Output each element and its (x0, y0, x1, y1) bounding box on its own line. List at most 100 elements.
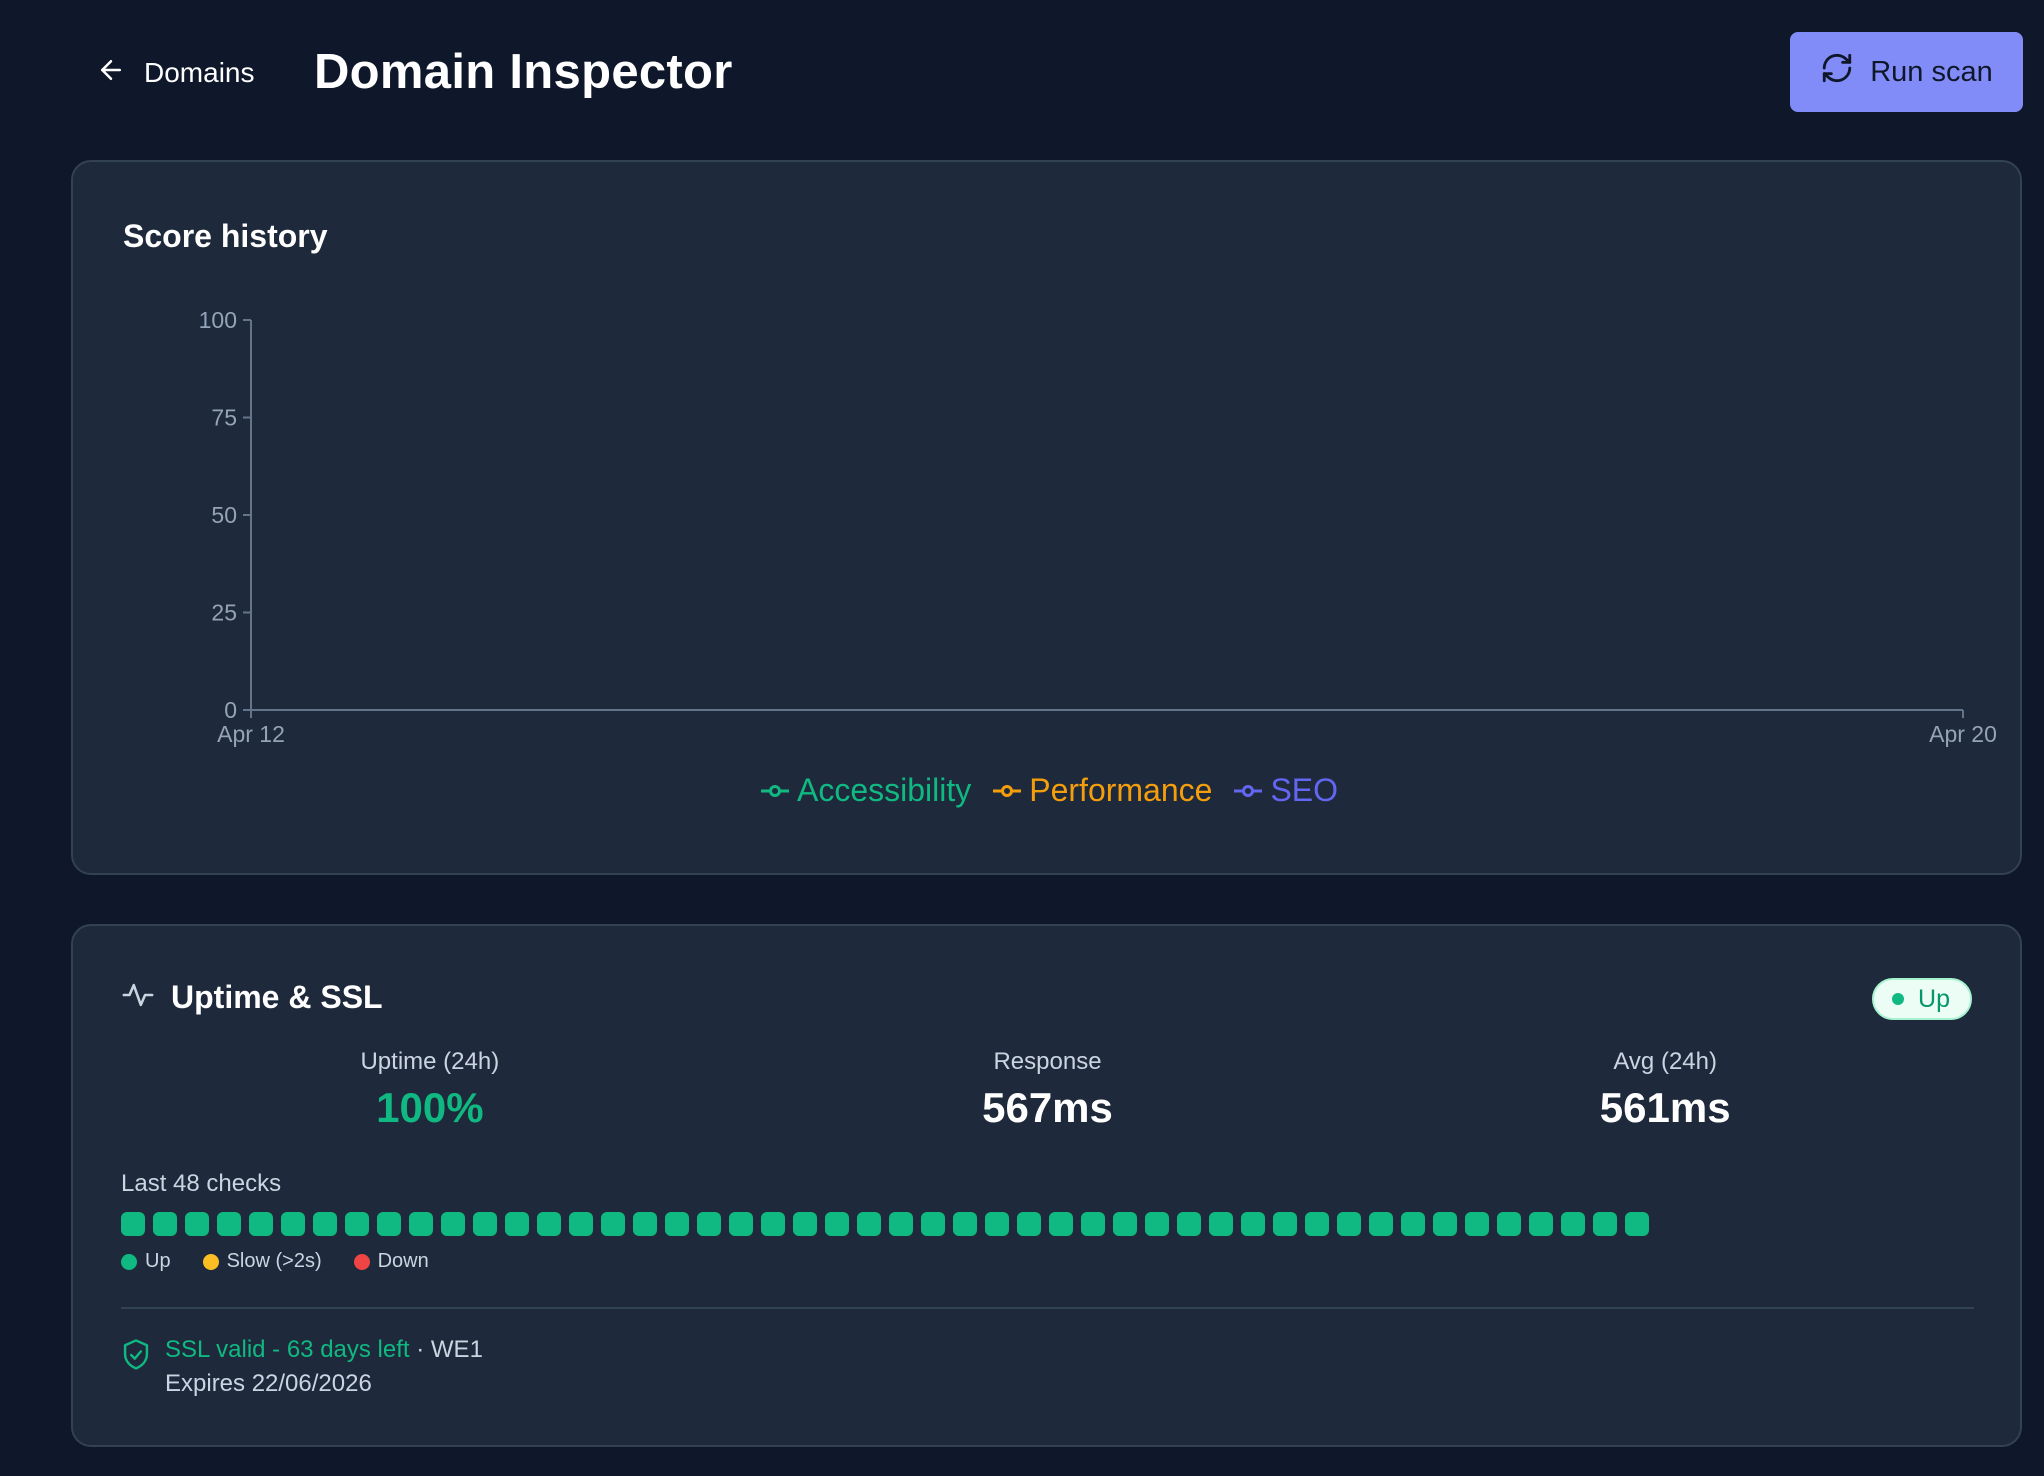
ssl-text: SSL valid - 63 days left · WE1 Expires 2… (165, 1336, 483, 1398)
check-cell (1529, 1212, 1553, 1236)
check-cell (473, 1212, 497, 1236)
x-tick-label: Apr 20 (1929, 721, 1997, 747)
run-scan-label: Run scan (1870, 55, 1993, 88)
check-cell (121, 1212, 145, 1236)
run-scan-button[interactable]: Run scan (1790, 32, 2023, 112)
back-to-domains-link[interactable]: Domains (96, 50, 254, 96)
check-cell (1337, 1212, 1361, 1236)
stat-uptime: Uptime (24h) 100% (121, 1048, 739, 1132)
stat-value: 567ms (982, 1084, 1113, 1131)
back-link-label: Domains (144, 57, 255, 88)
check-cell (1209, 1212, 1233, 1236)
page-header: Domains Domain Inspector Run scan (0, 0, 2044, 150)
check-cell (505, 1212, 529, 1236)
legend-line-icon (760, 784, 789, 797)
activity-icon (121, 978, 155, 1017)
key-dot (121, 1253, 137, 1270)
check-cell (409, 1212, 433, 1236)
uptime-header: Uptime & SSL (121, 978, 383, 1017)
check-cell (729, 1212, 753, 1236)
key-label: Up (145, 1250, 171, 1272)
check-cell (793, 1212, 817, 1236)
refresh-icon (1820, 51, 1854, 93)
check-cell (441, 1212, 465, 1236)
ssl-info: SSL valid - 63 days left · WE1 Expires 2… (121, 1336, 483, 1398)
page-title: Domain Inspector (314, 45, 733, 99)
check-cell (217, 1212, 241, 1236)
check-cell (1177, 1212, 1201, 1236)
check-cell (633, 1212, 657, 1236)
y-tick-label: 75 (211, 405, 237, 431)
stat-value: 561ms (1599, 1084, 1731, 1131)
check-cell (857, 1212, 881, 1236)
check-cell (889, 1212, 913, 1236)
key-label: Down (377, 1250, 429, 1272)
check-cell (1561, 1212, 1585, 1236)
check-cell (1497, 1212, 1521, 1236)
legend-line-icon (993, 784, 1022, 797)
check-cell (1465, 1212, 1489, 1236)
check-cell (249, 1212, 273, 1236)
y-tick-label: 0 (224, 697, 237, 723)
uptime-ssl-title: Uptime & SSL (171, 979, 383, 1015)
check-cell (185, 1212, 209, 1236)
checks-key: Up Slow (>2s) Down (121, 1250, 429, 1273)
legend-label: SEO (1270, 772, 1339, 808)
ssl-status-line: SSL valid - 63 days left · WE1 (165, 1336, 483, 1364)
check-cell (313, 1212, 337, 1236)
score-history-chart: 0 25 50 75 100 Apr 12 Apr 20 (199, 307, 1997, 747)
check-cell (1049, 1212, 1073, 1236)
checks-label: Last 48 checks (121, 1170, 282, 1197)
check-cell (761, 1212, 785, 1236)
check-cell (345, 1212, 369, 1236)
check-cell (665, 1212, 689, 1236)
shield-check-icon (121, 1336, 151, 1398)
check-cell (1081, 1212, 1105, 1236)
check-cell (1273, 1212, 1297, 1236)
uptime-stats: Uptime (24h) 100% Response 567ms Avg (24… (121, 1048, 1974, 1132)
check-cell (377, 1212, 401, 1236)
key-dot (353, 1253, 370, 1270)
check-cell (1369, 1212, 1393, 1236)
stat-value: 100% (376, 1084, 484, 1131)
stat-label: Avg (24h) (1613, 1048, 1717, 1075)
legend-item: Performance (991, 772, 1212, 809)
status-badge: Up (1872, 978, 1972, 1020)
legend-line-icon (1234, 784, 1263, 797)
check-cell (697, 1212, 721, 1236)
key-slow: Slow (>2s) (202, 1250, 322, 1273)
legend-label: Accessibility (796, 772, 972, 808)
check-cell (153, 1212, 177, 1236)
check-cell (1625, 1212, 1649, 1236)
key-dot (202, 1253, 219, 1270)
check-cell (1401, 1212, 1425, 1236)
check-cell (921, 1212, 945, 1236)
legend-item: SEO (1232, 772, 1338, 809)
y-tick-label: 100 (199, 307, 237, 333)
x-tick-label: Apr 12 (217, 721, 285, 747)
key-down: Down (353, 1250, 429, 1273)
key-up: Up (121, 1250, 171, 1273)
chart-legend: Accessibility Performance SEO (73, 772, 2024, 809)
check-cell (825, 1212, 849, 1236)
check-cell (537, 1212, 561, 1236)
check-cell (1145, 1212, 1169, 1236)
check-cell (1241, 1212, 1265, 1236)
check-cell (281, 1212, 305, 1236)
check-cell (569, 1212, 593, 1236)
ssl-status: SSL valid - 63 days left (165, 1336, 410, 1363)
y-tick-label: 50 (211, 502, 237, 528)
check-cell (1593, 1212, 1617, 1236)
check-cell (953, 1212, 977, 1236)
check-cell (601, 1212, 625, 1236)
ssl-issuer: · WE1 (409, 1336, 483, 1363)
uptime-ssl-card: Uptime & SSL Up Uptime (24h) 100% Respon… (71, 924, 2022, 1447)
checks-row (121, 1212, 1649, 1236)
score-history-card: Score history 0 25 50 75 100 Apr 12 Apr 20 Acc… (71, 160, 2022, 875)
arrow-left-icon (96, 55, 126, 92)
status-badge-label: Up (1918, 984, 1950, 1013)
status-dot (1892, 993, 1905, 1005)
check-cell (1433, 1212, 1457, 1236)
legend-item: Accessibility (759, 772, 971, 809)
stat-response: Response 567ms (739, 1048, 1357, 1132)
